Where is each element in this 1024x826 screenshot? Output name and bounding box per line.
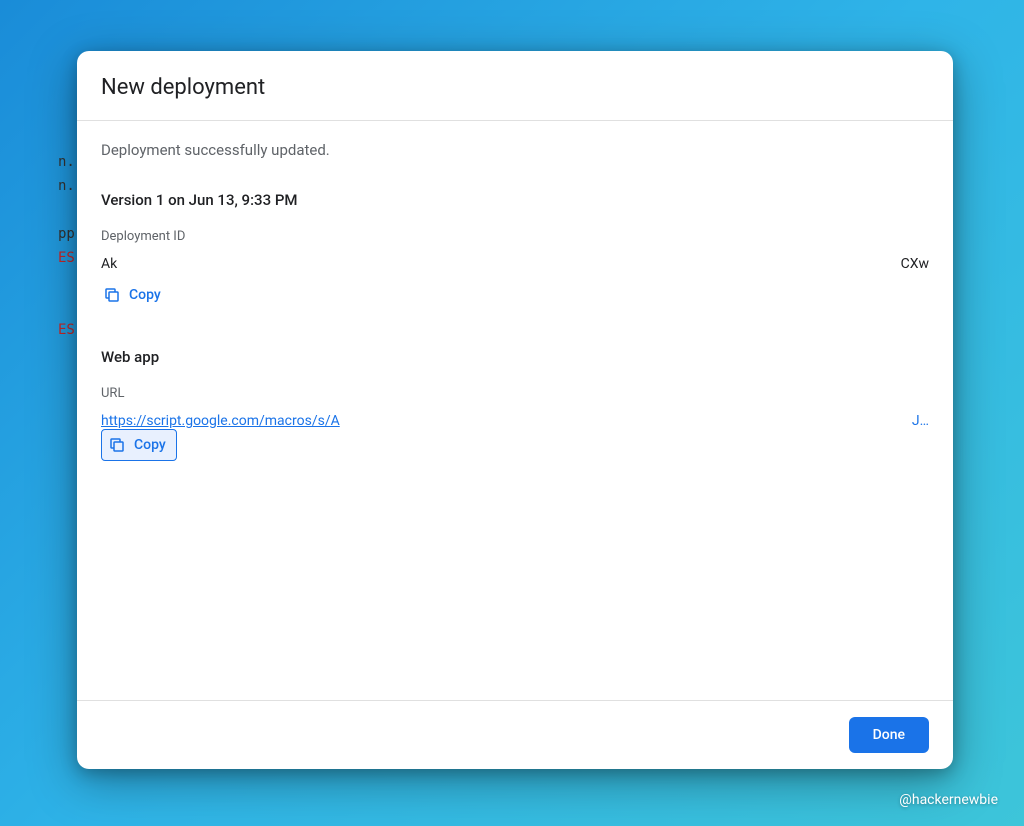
copy-button-label: Copy	[129, 287, 161, 303]
webapp-url-suffix: J…	[912, 413, 929, 429]
modal-footer: Done	[77, 700, 953, 769]
modal-header: New deployment	[77, 51, 953, 121]
copy-deployment-id-button[interactable]: Copy	[101, 282, 163, 308]
webapp-url-section: URL https://script.google.com/macros/s/A…	[101, 386, 929, 461]
webapp-heading: Web app	[101, 348, 929, 366]
webapp-url-link[interactable]: https://script.google.com/macros/s/A	[101, 413, 340, 429]
background-code-snippet: n. n. pp ES ES	[0, 150, 75, 342]
watermark: @hackernewbie	[899, 792, 998, 808]
deployment-id-value: Ak CXw	[101, 256, 929, 272]
url-label: URL	[101, 386, 929, 401]
status-message: Deployment successfully updated.	[101, 141, 929, 159]
done-button[interactable]: Done	[849, 717, 929, 753]
copy-button-label: Copy	[134, 437, 166, 453]
deployment-id-prefix: Ak	[101, 256, 117, 272]
webapp-url-row: https://script.google.com/macros/s/A J…	[101, 413, 929, 429]
deployment-modal: New deployment Deployment successfully u…	[77, 51, 953, 769]
version-heading: Version 1 on Jun 13, 9:33 PM	[101, 191, 929, 209]
modal-title: New deployment	[101, 75, 929, 100]
deployment-id-suffix: CXw	[901, 256, 929, 272]
deployment-id-label: Deployment ID	[101, 229, 929, 244]
modal-body: Deployment successfully updated. Version…	[77, 121, 953, 700]
copy-url-button[interactable]: Copy	[101, 429, 177, 461]
copy-icon	[108, 436, 126, 454]
deployment-id-section: Deployment ID Ak CXw Copy	[101, 229, 929, 308]
copy-icon	[103, 286, 121, 304]
